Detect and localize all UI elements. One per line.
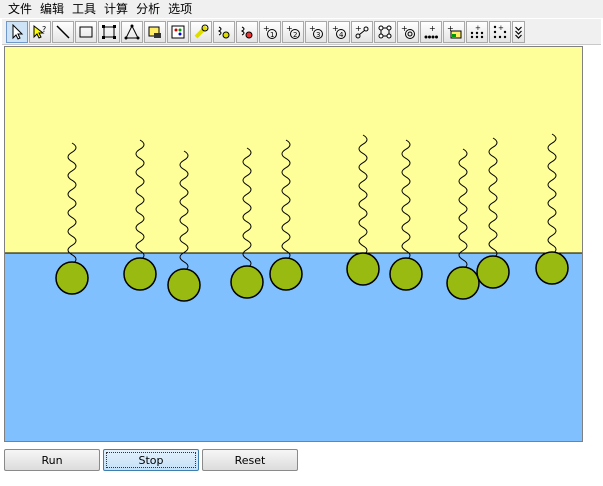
add-atom-3-tool-icon: +3 <box>309 24 323 39</box>
add-atom-3-tool-button[interactable]: +3 <box>305 20 327 43</box>
surfactant-head[interactable] <box>476 255 510 289</box>
simulation-view <box>5 47 582 441</box>
pin-tool-icon <box>148 26 161 38</box>
surfactant-head[interactable] <box>269 257 303 291</box>
menu-analyze[interactable]: 分析 <box>132 0 164 18</box>
svg-text:1: 1 <box>270 31 274 39</box>
red-chain-tool-button[interactable] <box>236 20 258 43</box>
selection-box-tool-icon <box>102 24 116 39</box>
add-atom-2-tool-icon: +2 <box>286 24 300 39</box>
add-atom-1-tool-button[interactable]: +1 <box>259 20 281 43</box>
add-dotted-grid-tool-button[interactable]: + <box>466 20 488 43</box>
add-atom-4-tool-button[interactable]: +4 <box>328 20 350 43</box>
add-dotted-grid-2-tool-button[interactable]: + <box>489 20 511 43</box>
surfactant-head[interactable] <box>55 261 89 295</box>
svg-text:+: + <box>475 24 481 32</box>
rectangle-tool-icon <box>79 26 93 37</box>
svg-text:+: + <box>429 24 436 33</box>
yellow-molecule-tool-button[interactable] <box>190 20 212 43</box>
svg-text:+: + <box>355 24 362 33</box>
red-chain-tool-icon <box>240 26 253 38</box>
wavy-chain-tool-icon <box>217 26 230 38</box>
surfactant-head[interactable] <box>346 252 380 286</box>
surfactant-head[interactable] <box>167 268 201 302</box>
add-circle-tool-button[interactable]: + <box>397 20 419 43</box>
add-colored-box-tool-icon: + <box>447 24 462 38</box>
add-bond-tool-icon: + <box>355 24 369 38</box>
svg-text:?: ? <box>42 25 46 34</box>
yellow-molecule-tool-icon <box>194 24 209 38</box>
add-dotted-grid-2-tool-icon: + <box>493 24 507 38</box>
triangle-tool-button[interactable] <box>121 20 143 43</box>
menu-file[interactable]: 文件 <box>4 0 36 18</box>
add-chain-tool-icon: + <box>424 24 438 38</box>
more-tools-chevron-icon <box>515 26 522 39</box>
query-pointer-tool-button[interactable]: ? <box>29 20 51 43</box>
add-circle-tool-icon: + <box>401 24 415 39</box>
surfactant-head[interactable] <box>535 251 569 285</box>
grid-tool-button[interactable] <box>167 20 189 43</box>
surfactant-head[interactable] <box>123 257 157 291</box>
menu-bar: 文件 编辑 工具 计算 分析 选项 <box>0 0 603 18</box>
line-tool-button[interactable] <box>52 20 74 43</box>
more-tools-button[interactable] <box>512 20 525 43</box>
air-phase-region <box>5 47 582 253</box>
rectangle-tool-button[interactable] <box>75 20 97 43</box>
menu-options[interactable]: 选项 <box>164 0 196 18</box>
surfactant-head[interactable] <box>389 257 423 291</box>
add-colored-box-tool-button[interactable]: + <box>443 20 465 43</box>
surfactant-head[interactable] <box>230 265 264 299</box>
triangle-tool-icon <box>124 24 140 39</box>
svg-text:2: 2 <box>293 31 297 39</box>
stop-button[interactable]: Stop <box>103 449 199 471</box>
menu-compute[interactable]: 计算 <box>100 0 132 18</box>
pin-tool-button[interactable] <box>144 20 166 43</box>
query-pointer-tool-icon: ? <box>33 24 46 39</box>
run-button[interactable]: Run <box>4 449 100 471</box>
grid-tool-icon <box>171 25 185 38</box>
toolbar: ? +1 +2 +3 +4 + + + + + + <box>2 19 601 45</box>
add-bond-tool-button[interactable]: + <box>351 20 373 43</box>
add-dotted-grid-tool-icon: + <box>470 24 484 38</box>
menu-edit[interactable]: 编辑 <box>36 0 68 18</box>
add-ring-tool-icon <box>378 25 392 38</box>
add-atom-1-tool-icon: +1 <box>263 24 277 39</box>
pointer-tool-icon <box>12 23 24 40</box>
menu-tools[interactable]: 工具 <box>68 0 100 18</box>
add-chain-tool-button[interactable]: + <box>420 20 442 43</box>
svg-text:3: 3 <box>316 31 320 39</box>
reset-button[interactable]: Reset <box>202 449 298 471</box>
selection-box-tool-button[interactable] <box>98 20 120 43</box>
simulation-canvas[interactable] <box>4 46 583 442</box>
simulation-controls: Run Stop Reset <box>4 449 298 471</box>
pointer-tool-button[interactable] <box>6 20 28 43</box>
svg-text:4: 4 <box>339 31 344 39</box>
surfactant-head[interactable] <box>446 266 480 300</box>
line-tool-icon <box>56 24 70 39</box>
wavy-chain-tool-button[interactable] <box>213 20 235 43</box>
add-atom-4-tool-icon: +4 <box>332 24 346 39</box>
svg-text:+: + <box>498 24 504 32</box>
add-atom-2-tool-button[interactable]: +2 <box>282 20 304 43</box>
add-ring-tool-button[interactable] <box>374 20 396 43</box>
